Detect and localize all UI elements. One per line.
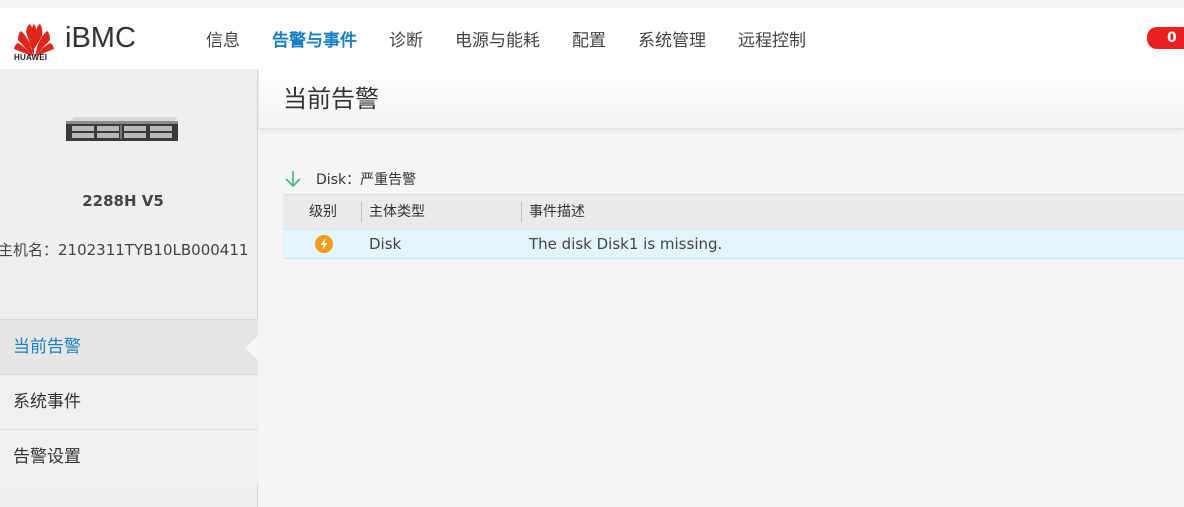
server-model: 2288H V5 [82, 192, 164, 210]
description-cell: The disk Disk1 is missing. [529, 235, 723, 253]
alert-count-badge[interactable]: 0 [1147, 27, 1184, 49]
brand-title: iBMC [65, 22, 136, 54]
nav-remote-control[interactable]: 远程控制 [722, 26, 822, 51]
main-content: 当前告警 Disk：严重告警 级别 主体类型 事件描述 Disk The dis… [259, 69, 1184, 507]
nav-info[interactable]: 信息 [190, 26, 256, 51]
sidebar: 2288H V5 主机名：2102311TYB10LB000411 当前告警 系… [0, 69, 258, 507]
table-row[interactable]: Disk The disk Disk1 is missing. [283, 229, 1184, 259]
nav-power-energy[interactable]: 电源与能耗 [439, 26, 556, 51]
page-title: 当前告警 [283, 85, 379, 113]
server-image [66, 117, 178, 141]
severity-cell [283, 235, 363, 253]
expand-arrow-icon[interactable] [284, 169, 302, 189]
alarm-group-header[interactable]: Disk：严重告警 [284, 169, 416, 189]
sidebar-item-system-events[interactable]: 系统事件 [0, 374, 258, 429]
column-header-level[interactable]: 级别 [283, 202, 362, 222]
main-nav: 信息 告警与事件 诊断 电源与能耗 配置 系统管理 远程控制 [190, 8, 822, 69]
top-strip [0, 0, 1184, 8]
side-menu: 当前告警 系统事件 告警设置 [0, 319, 258, 484]
sidebar-item-label: 系统事件 [13, 392, 81, 412]
column-header-description[interactable]: 事件描述 [522, 202, 585, 222]
sidebar-item-label: 告警设置 [13, 447, 81, 467]
table-header: 级别 主体类型 事件描述 [283, 194, 1184, 229]
active-pointer-icon [245, 336, 258, 360]
nav-alarms-events[interactable]: 告警与事件 [256, 26, 373, 51]
logo-text: HUAWEI [14, 53, 48, 62]
header: HUAWEI iBMC 信息 告警与事件 诊断 电源与能耗 配置 系统管理 远程… [0, 8, 1184, 69]
column-header-subject-type[interactable]: 主体类型 [362, 202, 522, 222]
subject-cell: Disk [369, 235, 402, 253]
nav-system-management[interactable]: 系统管理 [622, 26, 722, 51]
group-label: Disk：严重告警 [316, 172, 417, 188]
critical-lightning-icon [315, 235, 333, 253]
hostname: 主机名：2102311TYB10LB000411 [0, 241, 249, 259]
sidebar-item-alarm-settings[interactable]: 告警设置 [0, 429, 258, 484]
sidebar-item-label: 当前告警 [13, 337, 81, 357]
title-bar: 当前告警 [259, 69, 1184, 129]
sidebar-item-current-alarms[interactable]: 当前告警 [0, 319, 258, 374]
nav-configuration[interactable]: 配置 [556, 26, 622, 51]
nav-diagnostics[interactable]: 诊断 [373, 26, 439, 51]
alarm-table: 级别 主体类型 事件描述 Disk The disk Disk1 is miss… [283, 194, 1184, 259]
